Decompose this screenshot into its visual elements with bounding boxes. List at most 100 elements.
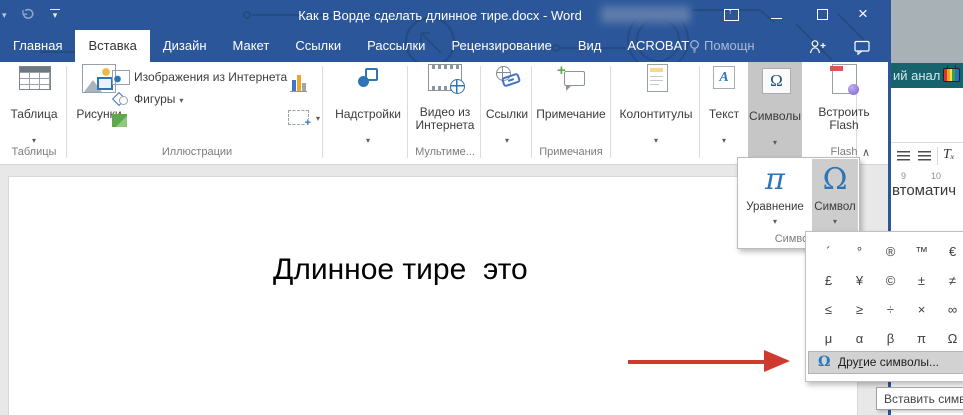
symbol-dropdown-menu: ´°®™€ £¥©±≠ ≤≥÷×∞ μαβπΩ Ω Другие символы... [805,231,963,382]
symbol-cell[interactable]: β [875,324,906,353]
group-divider [407,66,408,158]
ruler-mark: 9 [901,171,906,181]
pictures-icon [82,64,116,93]
tab-3[interactable]: Макет [220,30,283,62]
tab-2[interactable]: Дизайн [150,30,220,62]
shapes-button[interactable]: Фигуры [112,90,183,110]
symbol-label: Символ [812,201,858,213]
chart-icon [290,74,307,92]
chevron-down-icon [8,136,60,145]
symbol-button[interactable]: Ω Символ [812,159,858,233]
symbol-cell[interactable]: × [906,295,937,324]
links-label: Ссылки [484,108,530,121]
ribbon-tabs: ГлавнаяВставкаДизайнМакетСсылкиРассылкиР… [0,30,702,62]
red-arrow-shaft [628,360,768,364]
screenshot-root: ий анал Tₓ 9 10 втоматич [0,0,963,415]
tab-6[interactable]: Рецензирование [438,30,564,62]
symbol-cell[interactable]: π [906,324,937,353]
text-button[interactable]: A Текст [702,64,746,162]
share-person-icon[interactable] [806,39,827,54]
chevron-down-icon [812,217,858,226]
omega-icon: Ω [762,68,791,94]
links-icon [496,66,520,86]
indent-icon[interactable] [918,151,931,161]
customize-qat-icon[interactable]: ▾ [50,9,60,20]
online-pictures-button[interactable]: Изображения из Интернета [112,68,287,88]
chevron-down-icon [739,217,811,226]
ribbon-display-options-icon[interactable] [724,9,739,21]
more-symbols-label-part: ие символы... [863,355,939,369]
symbol-cell[interactable]: ™ [906,237,937,266]
equation-button[interactable]: π Уравнение [739,159,811,233]
symbol-cell[interactable]: ® [875,237,906,266]
symbol-cell[interactable]: ± [906,266,937,295]
new-comment-icon [557,66,585,90]
document-page[interactable]: Длинное тире это [8,176,858,415]
title-bar: ▾ ▾ Как в Ворде сделать длинное тире.doc… [0,0,888,30]
minimize-icon[interactable] [771,18,782,19]
tab-7[interactable]: Вид [565,30,615,62]
flash-icon [832,64,857,94]
undo-icon[interactable] [20,8,34,21]
tab-4[interactable]: Ссылки [282,30,354,62]
clear-formatting-icon[interactable]: Tₓ [943,147,955,163]
smartart-icon [112,114,127,127]
background-window-titlebar: ий анал [891,63,963,88]
symbols-button[interactable]: Ω Символы [748,62,802,165]
background-window-title: ий анал [893,68,940,83]
justify-icon[interactable] [897,151,910,161]
addins-icon [358,68,380,88]
tab-0[interactable]: Главная [0,30,75,62]
equation-label: Уравнение [739,201,811,213]
tab-1[interactable]: Вставка [75,30,149,62]
chevron-down-icon [702,136,746,145]
screenshot-icon [288,110,309,125]
maximize-icon[interactable] [817,9,828,20]
group-divider [480,66,481,158]
symbol-cell[interactable]: μ [813,324,844,353]
shapes-label: Фигуры [134,92,183,106]
more-symbols-label-part: Дру [838,355,859,369]
symbol-cell[interactable]: ∞ [937,295,963,324]
symbol-cell[interactable]: ¥ [844,266,875,295]
collapse-ribbon-icon[interactable]: ∧ [862,146,870,159]
chevron-down-icon [312,110,320,124]
table-icon [19,66,51,90]
links-button[interactable]: Ссылки [484,64,530,162]
symbol-cell[interactable]: Ω [937,324,963,353]
red-arrow-head [764,350,790,372]
symbol-cell[interactable]: ≠ [937,266,963,295]
comments-icon[interactable] [854,40,871,55]
symbol-cell[interactable]: € [937,237,963,266]
online-pictures-icon [112,70,130,85]
document-text[interactable]: Длинное тире это [273,253,528,287]
symbol-cell[interactable]: £ [813,266,844,295]
group-label-comments: Примечания [535,146,607,158]
more-symbols-label: Другие символы... [838,352,939,373]
symbol-cell[interactable]: α [844,324,875,353]
tab-5[interactable]: Рассылки [354,30,438,62]
group-divider [610,66,611,158]
close-icon[interactable]: × [858,3,868,25]
chevron-down-icon [614,136,698,145]
symbol-cell[interactable]: ≥ [844,295,875,324]
more-symbols-item[interactable]: Ω Другие символы... [808,351,963,374]
shapes-icon [112,92,128,105]
header-footer-button[interactable]: Колонтитулы [614,64,698,162]
group-divider [322,66,323,158]
online-pictures-label: Изображения из Интернета [134,70,287,84]
symbol-cell[interactable]: ° [844,237,875,266]
symbol-cell[interactable]: ≤ [813,295,844,324]
group-label-multimedia: Мультиме... [412,146,478,158]
chevron-down-icon [330,136,406,145]
toolbar-divider [937,147,938,165]
symbol-cell[interactable]: ÷ [875,295,906,324]
symbol-cell[interactable]: ´ [813,237,844,266]
addins-button[interactable]: Надстройки [330,64,406,162]
symbols-label: Символы [748,110,802,123]
qat-overflow-icon[interactable]: ▾ [2,10,7,21]
account-name-blurred [601,6,690,23]
symbol-cell[interactable]: © [875,266,906,295]
symbol-grid: ´°®™€ £¥©±≠ ≤≥÷×∞ μαβπΩ [806,232,963,352]
screenshot-button[interactable] [288,108,320,128]
